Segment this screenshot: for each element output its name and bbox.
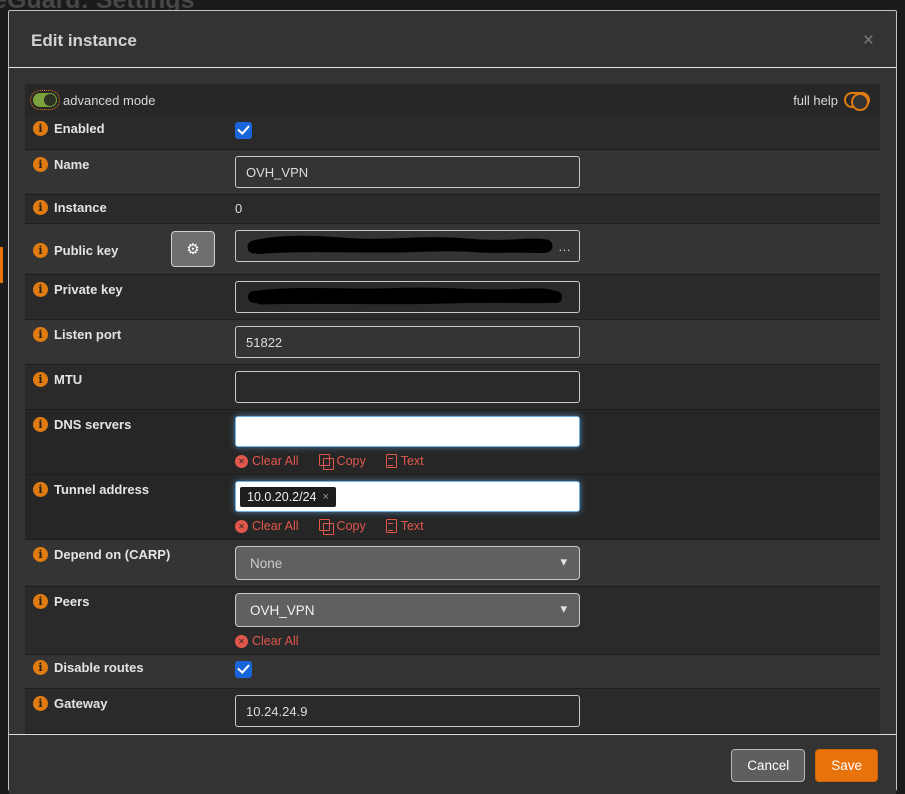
background-accent-bar: [0, 247, 3, 283]
peers-select[interactable]: OVH_VPN ▾: [235, 593, 580, 627]
mtu-input[interactable]: [235, 371, 580, 403]
dns-text-link[interactable]: Text: [385, 454, 424, 468]
name-input[interactable]: [235, 156, 580, 188]
chevron-down-icon: ▾: [560, 601, 567, 616]
row-instance: Instance 0: [25, 195, 880, 224]
selected-value: OVH_VPN: [250, 602, 315, 618]
info-icon: [33, 157, 48, 172]
public-key-input[interactable]: …: [235, 230, 580, 262]
tunnel-address-tokenizer[interactable]: 10.0.20.2/24 ×: [235, 481, 580, 512]
info-icon: [33, 696, 48, 711]
chevron-down-icon: ▾: [560, 554, 567, 569]
modal-title: Edit instance: [31, 31, 137, 50]
row-depend-carp: Depend on (CARP) None ▾: [25, 540, 880, 587]
enabled-checkbox[interactable]: [235, 122, 252, 139]
modal-header: Edit instance ×: [9, 11, 896, 68]
info-icon: [33, 547, 48, 562]
tunnel-text-link[interactable]: Text: [385, 519, 424, 533]
close-icon[interactable]: ×: [863, 31, 874, 50]
dns-clear-all-link[interactable]: Clear All: [235, 454, 299, 468]
dns-copy-link[interactable]: Copy: [318, 454, 366, 470]
tunnel-copy-link[interactable]: Copy: [318, 519, 366, 535]
info-icon: [33, 417, 48, 432]
modal-body: advanced mode full help Enabled Name Ins…: [9, 68, 896, 734]
full-help-control[interactable]: full help: [793, 92, 870, 111]
full-help-toggle-icon[interactable]: [844, 92, 870, 111]
info-icon: [33, 121, 48, 136]
clear-all-icon: [235, 454, 248, 468]
private-key-input[interactable]: [235, 281, 580, 313]
row-name: Name: [25, 150, 880, 195]
depend-carp-select[interactable]: None ▾: [235, 546, 580, 580]
row-enabled: Enabled: [25, 116, 880, 150]
instance-value: 0: [235, 201, 243, 216]
tunnel-address-label: Tunnel address: [54, 482, 150, 497]
copy-icon: [318, 519, 334, 535]
copy-icon: [318, 454, 334, 470]
gateway-label: Gateway: [54, 696, 108, 711]
dns-servers-label: DNS servers: [54, 417, 132, 432]
advanced-help-bar: advanced mode full help: [25, 84, 880, 116]
cancel-button[interactable]: Cancel: [731, 749, 806, 782]
row-public-key: Public key ⚙ …: [25, 224, 880, 275]
info-icon: [33, 242, 48, 258]
info-icon: [33, 327, 48, 342]
instance-label: Instance: [54, 200, 107, 215]
token-remove-icon[interactable]: ×: [323, 491, 329, 503]
row-gateway: Gateway: [25, 689, 880, 734]
token-value: 10.0.20.2/24: [247, 489, 317, 504]
text-icon: [385, 519, 397, 533]
disable-routes-label: Disable routes: [54, 660, 144, 675]
peers-label: Peers: [54, 594, 90, 609]
advanced-mode-control[interactable]: advanced mode: [30, 90, 156, 110]
tunnel-address-token: 10.0.20.2/24 ×: [240, 486, 336, 507]
redaction-scribble: [248, 287, 562, 305]
advanced-mode-toggle-icon[interactable]: [30, 90, 60, 110]
generate-key-button[interactable]: ⚙: [171, 231, 215, 267]
info-icon: [33, 372, 48, 387]
selected-value: None: [250, 555, 283, 571]
text-icon: [385, 454, 397, 468]
info-icon: [33, 282, 48, 297]
info-icon: [33, 200, 48, 215]
clear-all-icon: [235, 519, 248, 533]
peers-clear-all-link[interactable]: Clear All: [235, 634, 299, 648]
tunnel-clear-all-link[interactable]: Clear All: [235, 519, 299, 533]
gear-icon: ⚙: [186, 241, 200, 258]
disable-routes-checkbox[interactable]: [235, 661, 252, 678]
info-icon: [33, 594, 48, 609]
clear-all-icon: [235, 634, 248, 648]
redaction-scribble: [247, 235, 553, 254]
save-button[interactable]: Save: [815, 749, 878, 782]
listen-port-label: Listen port: [54, 327, 122, 342]
edit-instance-modal: Edit instance × advanced mode full help …: [8, 10, 897, 794]
row-private-key: Private key: [25, 275, 880, 320]
row-mtu: MTU: [25, 365, 880, 410]
info-icon: [33, 482, 48, 497]
gateway-input[interactable]: [235, 695, 580, 727]
modal-footer: Cancel Save: [9, 734, 896, 794]
row-peers: Peers OVH_VPN ▾ Clear All: [25, 587, 880, 655]
row-disable-routes: Disable routes: [25, 655, 880, 689]
depend-carp-label: Depend on (CARP): [54, 547, 171, 562]
full-help-label: full help: [793, 92, 838, 108]
listen-port-input[interactable]: [235, 326, 580, 358]
enabled-label: Enabled: [54, 121, 105, 136]
public-key-label: Public key: [54, 242, 119, 258]
name-label: Name: [54, 157, 90, 172]
private-key-label: Private key: [54, 282, 123, 297]
row-tunnel-address: Tunnel address 10.0.20.2/24 × Clear All …: [25, 475, 880, 540]
row-dns-servers: DNS servers Clear All Copy Text: [25, 410, 880, 475]
mtu-label: MTU: [54, 372, 83, 387]
overflow-ellipsis: …: [558, 238, 572, 254]
advanced-mode-label: advanced mode: [63, 92, 156, 108]
row-listen-port: Listen port: [25, 320, 880, 365]
info-icon: [33, 660, 48, 675]
dns-servers-tokenizer[interactable]: [235, 416, 580, 447]
instance-form: Enabled Name Instance 0 Public key ⚙: [25, 116, 880, 734]
